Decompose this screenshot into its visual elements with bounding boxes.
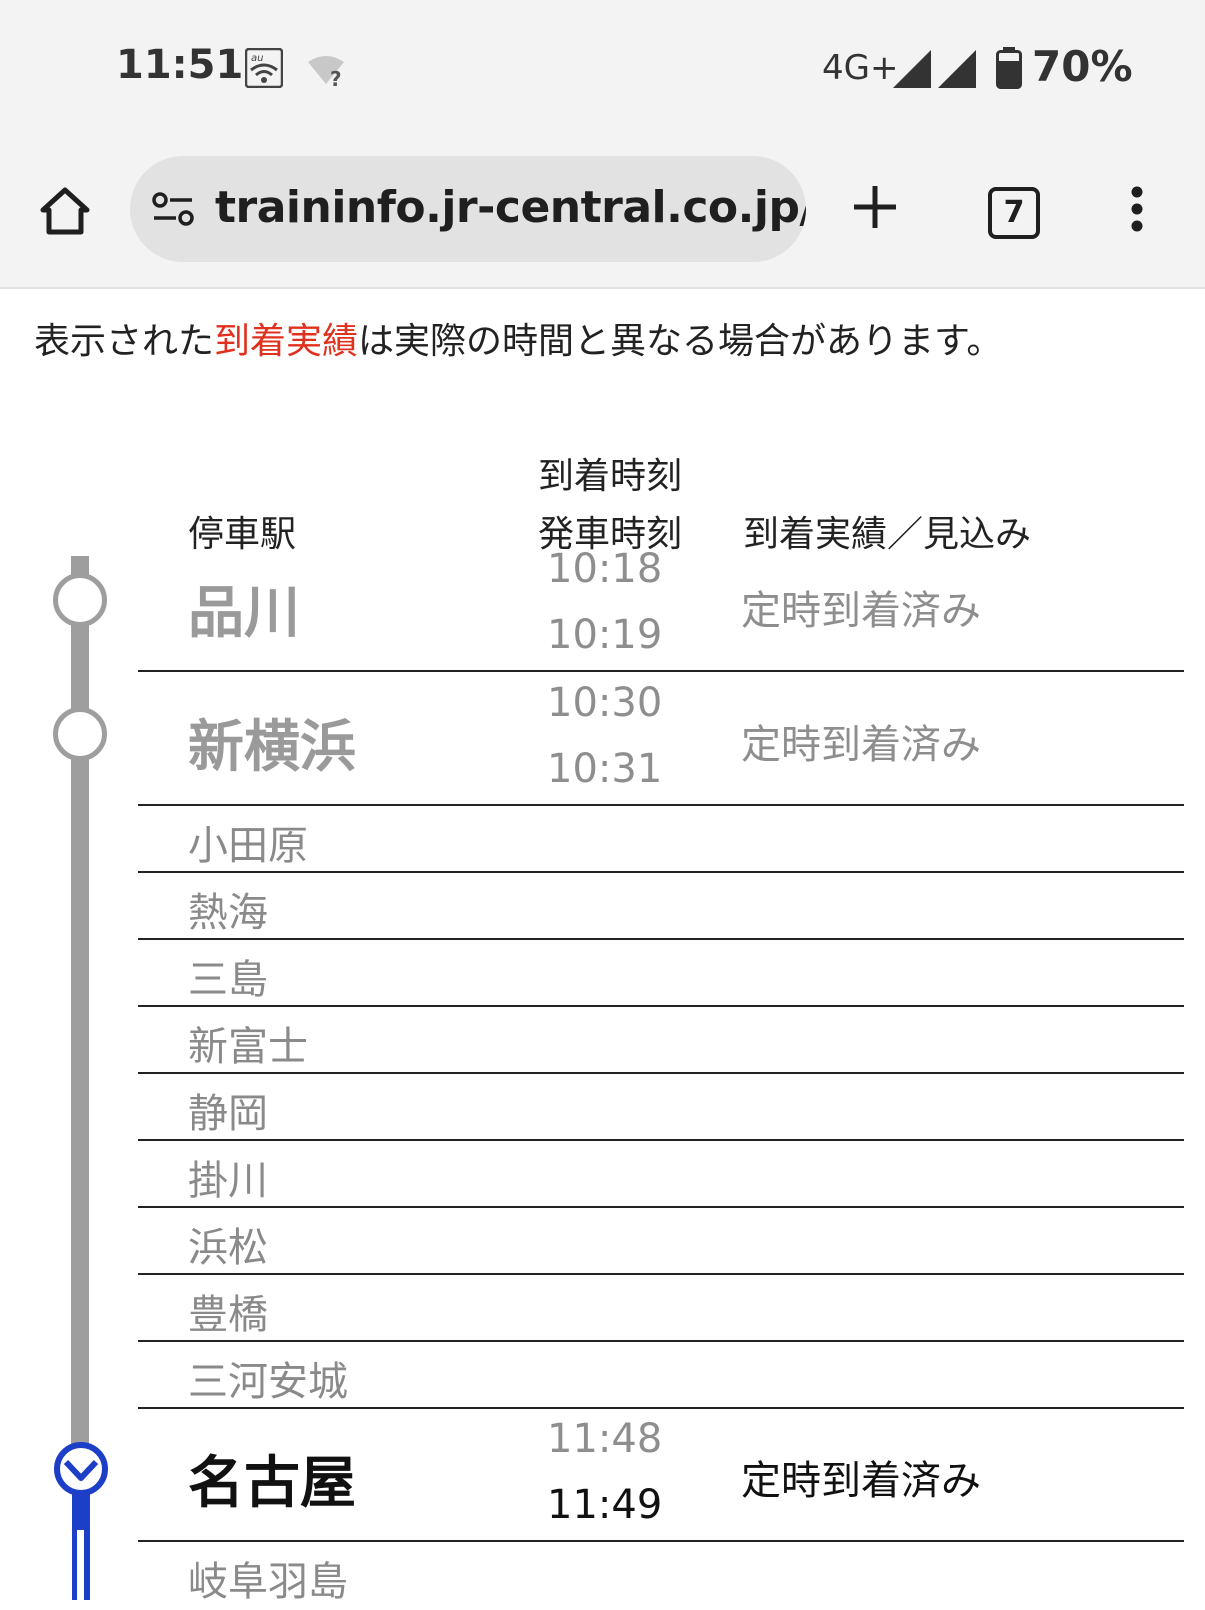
station-name: 掛川 bbox=[188, 1158, 268, 1204]
address-bar[interactable]: traininfo.jr-central.co.jp/sh bbox=[130, 156, 806, 262]
stop-marker-passed bbox=[53, 573, 107, 627]
arrival-result: 定時到着済み bbox=[741, 1458, 981, 1504]
arrival-disclaimer: 表示された到着実績は実際の時間と異なる場合があります。 bbox=[34, 321, 1003, 362]
departure-time: 10:31 bbox=[547, 746, 663, 792]
site-settings-icon[interactable] bbox=[152, 192, 196, 230]
browser-toolbar: traininfo.jr-central.co.jp/sh 7 bbox=[0, 140, 1205, 289]
row-divider bbox=[138, 1273, 1184, 1275]
svg-text:?: ? bbox=[330, 67, 342, 88]
station-name: 三島 bbox=[188, 957, 268, 1003]
route-line-current bbox=[72, 1490, 90, 1610]
row-divider bbox=[138, 871, 1184, 873]
station-name: 豊橋 bbox=[188, 1292, 268, 1338]
departure-time: 10:19 bbox=[547, 612, 663, 658]
station-name: 新横浜 bbox=[188, 715, 356, 780]
row-divider bbox=[138, 1407, 1184, 1409]
arrival-result: 定時到着済み bbox=[741, 722, 981, 768]
route-line-passed bbox=[71, 556, 89, 1456]
station-name: 静岡 bbox=[188, 1091, 268, 1137]
row-divider bbox=[138, 804, 1184, 806]
header-arrival-time: 到着時刻 bbox=[538, 456, 683, 497]
svg-text:au: au bbox=[251, 53, 263, 64]
new-tab-icon[interactable] bbox=[852, 184, 898, 234]
station-name: 三河安城 bbox=[188, 1359, 348, 1405]
row-divider bbox=[138, 1072, 1184, 1074]
battery-icon bbox=[996, 47, 1022, 93]
highlight-text: 到着実績 bbox=[214, 321, 359, 362]
arrival-time: 11:48 bbox=[547, 1416, 663, 1462]
header-arrival-result: 到着実績／見込み bbox=[743, 514, 1032, 555]
station-name: 熱海 bbox=[188, 890, 268, 936]
tab-switcher-button[interactable]: 7 bbox=[988, 187, 1040, 239]
stop-marker-passed bbox=[53, 707, 107, 761]
departure-time: 11:49 bbox=[547, 1482, 663, 1528]
url-text[interactable]: traininfo.jr-central.co.jp/sh bbox=[215, 182, 806, 233]
header-station: 停車駅 bbox=[188, 514, 297, 555]
station-name: 名古屋 bbox=[188, 1451, 356, 1516]
station-name: 浜松 bbox=[188, 1225, 268, 1271]
row-divider bbox=[138, 1005, 1184, 1007]
arrival-result: 定時到着済み bbox=[741, 588, 981, 634]
battery-percent: 70% bbox=[1032, 42, 1133, 91]
current-position-icon bbox=[52, 1442, 110, 1502]
network-type: 4G+ bbox=[822, 48, 899, 88]
status-time: 11:51 bbox=[116, 42, 244, 88]
station-name: 新富士 bbox=[188, 1024, 308, 1070]
row-divider bbox=[138, 1206, 1184, 1208]
arrival-time: 10:30 bbox=[547, 680, 663, 726]
station-name: 品川 bbox=[188, 581, 300, 646]
signal-icon bbox=[938, 50, 978, 92]
signal-icon bbox=[893, 50, 933, 92]
row-divider bbox=[138, 1139, 1184, 1141]
row-divider bbox=[138, 938, 1184, 940]
more-menu-icon[interactable] bbox=[1130, 186, 1144, 236]
wifi-unknown-icon: ? bbox=[306, 54, 350, 92]
row-divider bbox=[138, 1340, 1184, 1342]
au-wifi-icon: au bbox=[244, 47, 284, 92]
row-divider bbox=[138, 670, 1184, 672]
station-name: 岐阜羽島 bbox=[188, 1559, 348, 1605]
home-icon[interactable] bbox=[38, 184, 92, 238]
status-bar: 11:51 au ? 4G+ 70% bbox=[0, 0, 1205, 140]
station-name: 小田原 bbox=[188, 823, 308, 869]
row-divider bbox=[138, 1540, 1184, 1542]
arrival-time: 10:18 bbox=[547, 546, 663, 592]
